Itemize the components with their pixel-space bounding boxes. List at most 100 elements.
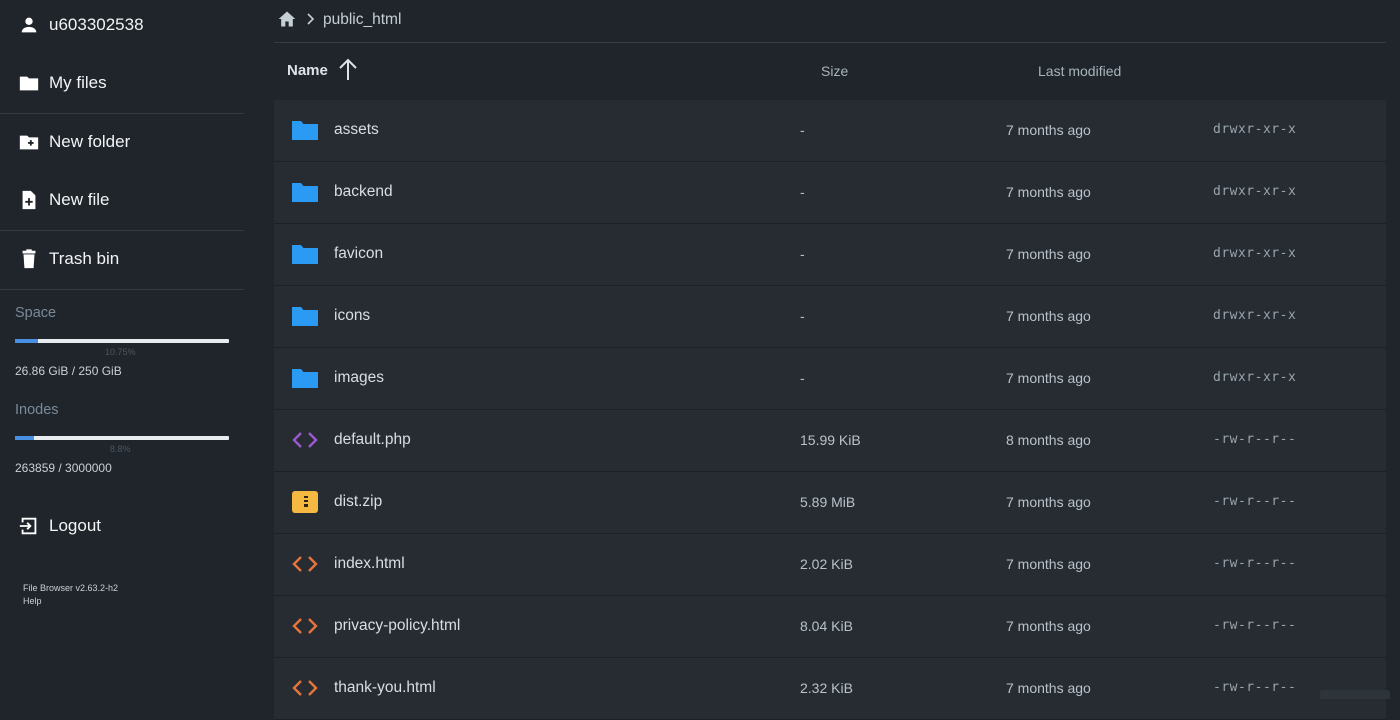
- file-modified: 7 months ago: [1006, 122, 1091, 138]
- folder-icon: [292, 121, 318, 140]
- home-icon[interactable]: [277, 9, 297, 29]
- nav-trash-bin[interactable]: Trash bin: [0, 239, 244, 279]
- file-size: -: [800, 370, 805, 386]
- file-plus-icon: [22, 190, 36, 210]
- file-permissions: -rw-r--r--: [1213, 494, 1297, 509]
- file-permissions: drwxr-xr-x: [1213, 308, 1297, 323]
- logout-button[interactable]: Logout: [0, 506, 244, 546]
- folder-icon: [292, 245, 318, 264]
- divider: [0, 230, 244, 231]
- file-permissions: drwxr-xr-x: [1213, 246, 1297, 261]
- table-row[interactable]: index.html 2.02 KiB 7 months ago -rw-r--r--: [274, 534, 1386, 596]
- file-size: 5.89 MiB: [800, 494, 856, 510]
- help-link[interactable]: Help: [23, 595, 42, 607]
- table-row[interactable]: icons - 7 months ago drwxr-xr-x: [274, 286, 1386, 348]
- folder-icon: [292, 369, 318, 388]
- file-size: 8.04 KiB: [800, 618, 853, 634]
- file-modified: 7 months ago: [1006, 680, 1091, 696]
- file-size: -: [800, 184, 805, 200]
- folder-icon: [19, 76, 39, 91]
- file-name: images: [334, 369, 384, 386]
- file-modified: 7 months ago: [1006, 184, 1091, 200]
- space-usage: 26.86 GiB / 250 GiB: [15, 364, 122, 378]
- code-icon: [292, 556, 318, 572]
- table-row[interactable]: privacy-policy.html 8.04 KiB 7 months ago -…: [274, 596, 1386, 658]
- nav-new-folder-label: New folder: [49, 132, 131, 151]
- file-modified: 7 months ago: [1006, 246, 1091, 262]
- file-size: 2.32 KiB: [800, 680, 853, 696]
- nav-new-folder[interactable]: New folder: [0, 122, 244, 162]
- file-list: assets - 7 months ago drwxr-xr-x backend - 7 m…: [274, 100, 1386, 720]
- column-header-size[interactable]: Size: [821, 63, 848, 79]
- nav-trash-bin-label: Trash bin: [49, 249, 120, 268]
- file-name: thank-you.html: [334, 679, 436, 696]
- table-row[interactable]: default.php 15.99 KiB 8 months ago -rw-r--r…: [274, 410, 1386, 472]
- file-permissions: -rw-r--r--: [1213, 618, 1297, 633]
- code-icon: [292, 432, 318, 448]
- logout-icon: [19, 517, 37, 535]
- code-icon: [292, 618, 318, 634]
- user-account-item[interactable]: u603302538: [0, 5, 244, 45]
- sidebar: u603302538 My files New folder New file …: [0, 0, 244, 699]
- scrollbar[interactable]: [1320, 690, 1390, 699]
- folder-icon: [292, 307, 318, 326]
- file-modified: 7 months ago: [1006, 618, 1091, 634]
- table-row[interactable]: assets - 7 months ago drwxr-xr-x: [274, 100, 1386, 162]
- inodes-percent: 8.8%: [110, 444, 131, 454]
- file-name: assets: [334, 121, 379, 138]
- table-row[interactable]: dist.zip 5.89 MiB 7 months ago -rw-r--r--: [274, 472, 1386, 534]
- logout-label: Logout: [49, 516, 101, 535]
- space-title: Space: [15, 305, 57, 321]
- file-size: -: [800, 122, 805, 138]
- file-permissions: drwxr-xr-x: [1213, 122, 1297, 137]
- username: u603302538: [49, 15, 144, 34]
- person-icon: [21, 17, 37, 33]
- file-name: icons: [334, 307, 371, 324]
- file-permissions: drwxr-xr-x: [1213, 184, 1297, 199]
- file-size: -: [800, 308, 805, 324]
- table-row[interactable]: images - 7 months ago drwxr-xr-x: [274, 348, 1386, 410]
- file-modified: 8 months ago: [1006, 432, 1091, 448]
- file-name: default.php: [334, 431, 411, 448]
- table-row[interactable]: backend - 7 months ago drwxr-xr-x: [274, 162, 1386, 224]
- folder-icon: [292, 183, 318, 202]
- divider: [0, 113, 244, 114]
- inodes-usage: 263859 / 3000000: [15, 461, 112, 475]
- inodes-title: Inodes: [15, 402, 59, 418]
- archive-icon: [292, 491, 318, 513]
- breadcrumb-current[interactable]: public_html: [323, 11, 401, 29]
- inodes-progress-fill: [15, 436, 34, 440]
- code-icon: [292, 680, 318, 696]
- column-header-modified[interactable]: Last modified: [1038, 63, 1121, 79]
- file-name: index.html: [334, 555, 405, 572]
- file-modified: 7 months ago: [1006, 556, 1091, 572]
- breadcrumb: public_html: [274, 0, 1386, 43]
- nav-my-files-label: My files: [49, 73, 107, 92]
- table-row[interactable]: favicon - 7 months ago drwxr-xr-x: [274, 224, 1386, 286]
- inodes-progress-bar: [15, 436, 229, 440]
- file-modified: 7 months ago: [1006, 370, 1091, 386]
- column-header-name[interactable]: Name: [287, 62, 328, 79]
- divider: [0, 289, 244, 290]
- version-text: File Browser v2.63.2-h2: [23, 583, 119, 593]
- file-modified: 7 months ago: [1006, 494, 1091, 510]
- file-name: privacy-policy.html: [334, 617, 461, 634]
- folder-plus-icon: [19, 135, 39, 150]
- file-permissions: drwxr-xr-x: [1213, 370, 1297, 385]
- file-size: 2.02 KiB: [800, 556, 853, 572]
- file-permissions: -rw-r--r--: [1213, 556, 1297, 571]
- trash-icon: [22, 249, 36, 269]
- space-progress-fill: [15, 339, 38, 343]
- arrow-up-icon[interactable]: [337, 57, 359, 83]
- table-row[interactable]: thank-you.html 2.32 KiB 7 months ago -rw-r-…: [274, 658, 1386, 720]
- file-name: dist.zip: [334, 493, 383, 510]
- nav-new-file[interactable]: New file: [0, 180, 244, 220]
- space-percent: 10.75%: [105, 347, 136, 357]
- nav-my-files[interactable]: My files: [0, 63, 244, 103]
- file-modified: 7 months ago: [1006, 308, 1091, 324]
- space-progress-bar: [15, 339, 229, 343]
- file-list-header: Name Size Last modified: [274, 43, 1386, 99]
- chevron-right-icon: [307, 13, 315, 25]
- file-permissions: -rw-r--r--: [1213, 680, 1297, 695]
- file-size: -: [800, 246, 805, 262]
